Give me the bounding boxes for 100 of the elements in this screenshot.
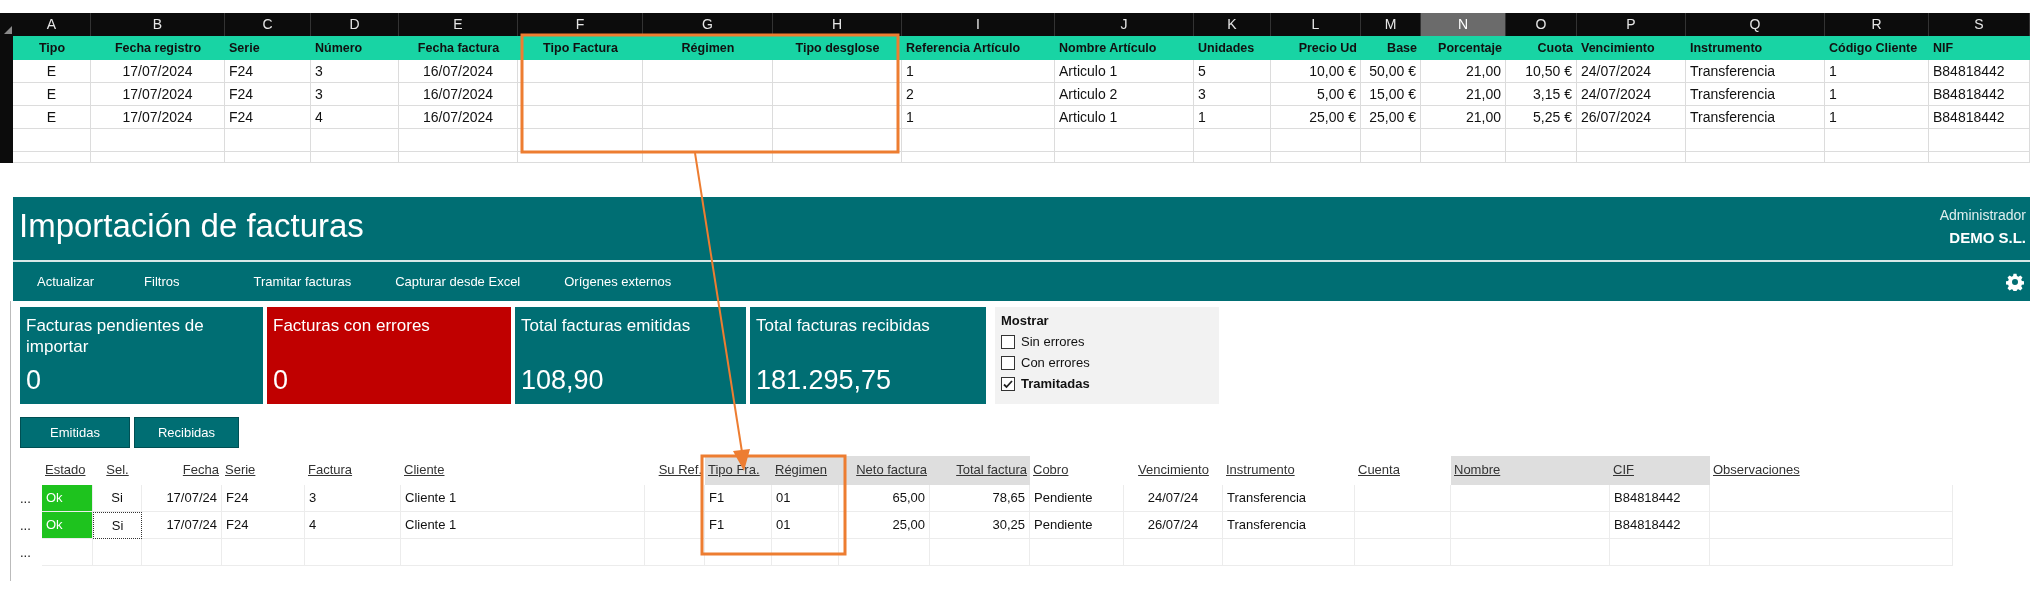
- checkbox[interactable]: [1001, 376, 1015, 391]
- table-cell: 3: [311, 60, 399, 83]
- tile-value: 181.295,75: [756, 365, 893, 396]
- table-cell: 3: [1194, 83, 1271, 106]
- table-cell: E: [13, 106, 91, 129]
- column-header[interactable]: Factura: [305, 456, 401, 485]
- checkbox-label[interactable]: Tramitadas: [1021, 376, 1090, 391]
- column-header[interactable]: Su Ref.: [645, 456, 705, 485]
- summary-tile[interactable]: Total facturas emitidas 108,90: [515, 307, 746, 404]
- column-header: Referencia Artículo: [902, 36, 1055, 60]
- toolbar-button[interactable]: Tramitar facturas: [231, 274, 374, 289]
- checkbox[interactable]: [1001, 355, 1015, 370]
- row-marker[interactable]: ...: [20, 539, 42, 566]
- table-cell: 25,00 €: [1361, 106, 1421, 129]
- table-cell: 17/07/2024: [91, 106, 225, 129]
- status-cell: Ok: [42, 485, 93, 512]
- table-cell: 17/07/2024: [91, 83, 225, 106]
- table-cell: Pendiente: [1030, 485, 1124, 512]
- table-cell: Articulo 1: [1055, 106, 1194, 129]
- column-header: Tipo: [13, 36, 91, 60]
- column-header: Unidades: [1194, 36, 1271, 60]
- table-cell: Cliente 1: [401, 485, 645, 512]
- table-cell: Cliente 1: [401, 512, 645, 539]
- tile-value: 0: [26, 365, 43, 396]
- tile-label: Facturas con errores: [273, 315, 431, 336]
- user-name: Administrador: [1939, 207, 2026, 223]
- column-header[interactable]: Cliente: [401, 456, 645, 485]
- table-cell: F1: [705, 512, 772, 539]
- column-header[interactable]: Serie: [222, 456, 305, 485]
- checkbox[interactable]: [1001, 334, 1015, 349]
- column-header[interactable]: Total factura: [930, 456, 1030, 485]
- view-button[interactable]: Recibidas: [134, 417, 239, 448]
- table-cell: 65,00: [839, 485, 930, 512]
- table-cell: Transferencia: [1686, 106, 1825, 129]
- column-header: Base: [1361, 36, 1421, 60]
- app-title: Importación de facturas: [18, 206, 364, 246]
- tile-label: Total facturas emitidas: [521, 315, 692, 336]
- tile-value: 108,90: [521, 365, 605, 396]
- table-cell: Pendiente: [1030, 512, 1124, 539]
- table-cell: 1: [1825, 106, 1929, 129]
- column-header[interactable]: Fecha: [142, 456, 222, 485]
- table-cell: 25,00 €: [1271, 106, 1361, 129]
- toolbar-button[interactable]: Orígenes externos: [542, 274, 694, 289]
- toolbar-button[interactable]: Filtros: [116, 274, 232, 289]
- empty-cell: [772, 539, 839, 566]
- checkbox-label[interactable]: Con errores: [1021, 355, 1090, 370]
- table-cell: E: [13, 83, 91, 106]
- column-header: Vencimiento: [1577, 36, 1686, 60]
- table-cell: F24: [225, 83, 311, 106]
- table-cell: 3,15 €: [1506, 83, 1577, 106]
- select-all-icon[interactable]: [4, 26, 12, 34]
- summary-tile[interactable]: Total facturas recibidas 181.295,75: [750, 307, 986, 404]
- table-cell: 26/07/2024: [1577, 106, 1686, 129]
- table-cell: 01: [772, 512, 839, 539]
- toolbar-button[interactable]: Capturar desde Excel: [373, 274, 543, 289]
- column-header[interactable]: Nombre: [1451, 456, 1610, 485]
- toolbar-button[interactable]: Actualizar: [15, 274, 117, 289]
- column-letter[interactable]: N: [1421, 13, 1506, 36]
- column-header[interactable]: Observaciones: [1710, 456, 1953, 485]
- table-cell: B84818442: [1610, 485, 1710, 512]
- column-header: Instrumento: [1686, 36, 1825, 60]
- table-cell: E: [13, 60, 91, 83]
- table-cell: Transferencia: [1686, 60, 1825, 83]
- column-header[interactable]: Régimen: [772, 456, 839, 485]
- view-button[interactable]: Emitidas: [20, 417, 130, 448]
- column-header[interactable]: Estado: [42, 456, 93, 485]
- row-marker[interactable]: ...: [20, 485, 42, 512]
- table-cell: 21,00: [1421, 83, 1506, 106]
- column-header[interactable]: Sel.: [93, 456, 142, 485]
- checkbox-label[interactable]: Sin errores: [1021, 334, 1085, 349]
- row-marker[interactable]: ...: [20, 512, 42, 539]
- row-header[interactable]: [0, 152, 13, 163]
- table-cell: 1: [1825, 60, 1929, 83]
- summary-tile[interactable]: Facturas pendientes de importar 0: [20, 307, 263, 404]
- table-cell: Articulo 1: [1055, 60, 1194, 83]
- table-cell: 4: [305, 512, 401, 539]
- table-cell: Articulo 2: [1055, 83, 1194, 106]
- table-cell: 5: [1194, 60, 1271, 83]
- column-header[interactable]: Cuenta: [1355, 456, 1451, 485]
- column-header[interactable]: Cobro: [1030, 456, 1124, 485]
- table-cell: F24: [222, 512, 305, 539]
- table-cell: 4: [311, 106, 399, 129]
- settings-icon[interactable]: [2006, 272, 2024, 291]
- table-cell: Si: [93, 512, 142, 539]
- column-header[interactable]: Instrumento: [1223, 456, 1355, 485]
- table-cell: 17/07/24: [142, 485, 222, 512]
- summary-tile[interactable]: Facturas con errores 0: [267, 307, 511, 404]
- table-cell: 17/07/24: [142, 512, 222, 539]
- table-cell: 16/07/2024: [399, 106, 518, 129]
- column-header: Porcentaje: [1421, 36, 1506, 60]
- table-cell: 2: [902, 83, 1055, 106]
- column-letter[interactable]: G: [643, 13, 773, 36]
- column-header[interactable]: Neto factura: [839, 456, 930, 485]
- column-header[interactable]: CIF: [1610, 456, 1710, 485]
- table-cell: F24: [222, 485, 305, 512]
- column-header[interactable]: Vencimiento: [1124, 456, 1223, 485]
- table-cell: B84818442: [1929, 83, 2030, 106]
- tile-value: 0: [273, 365, 290, 396]
- table-cell: 24/07/2024: [1577, 83, 1686, 106]
- table-cell: 1: [902, 60, 1055, 83]
